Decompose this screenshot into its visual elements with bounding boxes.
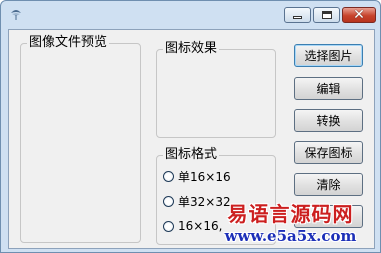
radio-option-multi[interactable]: 16×16, [163,219,222,233]
radio-circle-icon[interactable] [163,196,174,207]
radio-option-16[interactable]: 单16×16 [163,168,231,185]
title-bar[interactable]: ✕ [1,1,380,29]
save-icon-button[interactable]: 保存图标 [294,141,363,164]
icon-format-label: 图标格式 [163,147,220,163]
maximize-button[interactable] [313,7,340,23]
radio-circle-icon[interactable] [163,171,174,182]
radio-circle-icon[interactable] [163,220,174,232]
image-preview-group: 图像文件预览 [20,35,141,243]
image-preview-label: 图像文件预览 [27,35,110,51]
radio-label: 16×16, [178,219,223,233]
select-image-button[interactable]: 选择图片 [294,44,363,67]
watermark-title: 易语言源码网 [227,202,354,226]
edit-button[interactable]: 编辑 [294,77,363,100]
app-icon [11,10,21,20]
clear-button[interactable]: 清除 [294,173,363,196]
watermark: 易语言源码网 www.e5a5x.com [218,202,363,250]
convert-button[interactable]: 转换 [294,109,363,132]
icon-effect-label: 图标效果 [163,41,220,57]
icon-effect-group: 图标效果 [156,41,276,138]
close-button[interactable]: ✕ [342,7,376,23]
maximize-icon [321,11,332,19]
minimize-icon [293,16,302,19]
app-window: ✕ 图像文件预览 图标效果 图标格式 单16×16 单32×32 16×16, [0,0,381,253]
watermark-url: www.e5a5x.com [224,227,357,245]
minimize-button[interactable] [284,7,311,23]
close-icon: ✕ [353,7,365,23]
radio-label: 单16×16 [178,170,231,184]
